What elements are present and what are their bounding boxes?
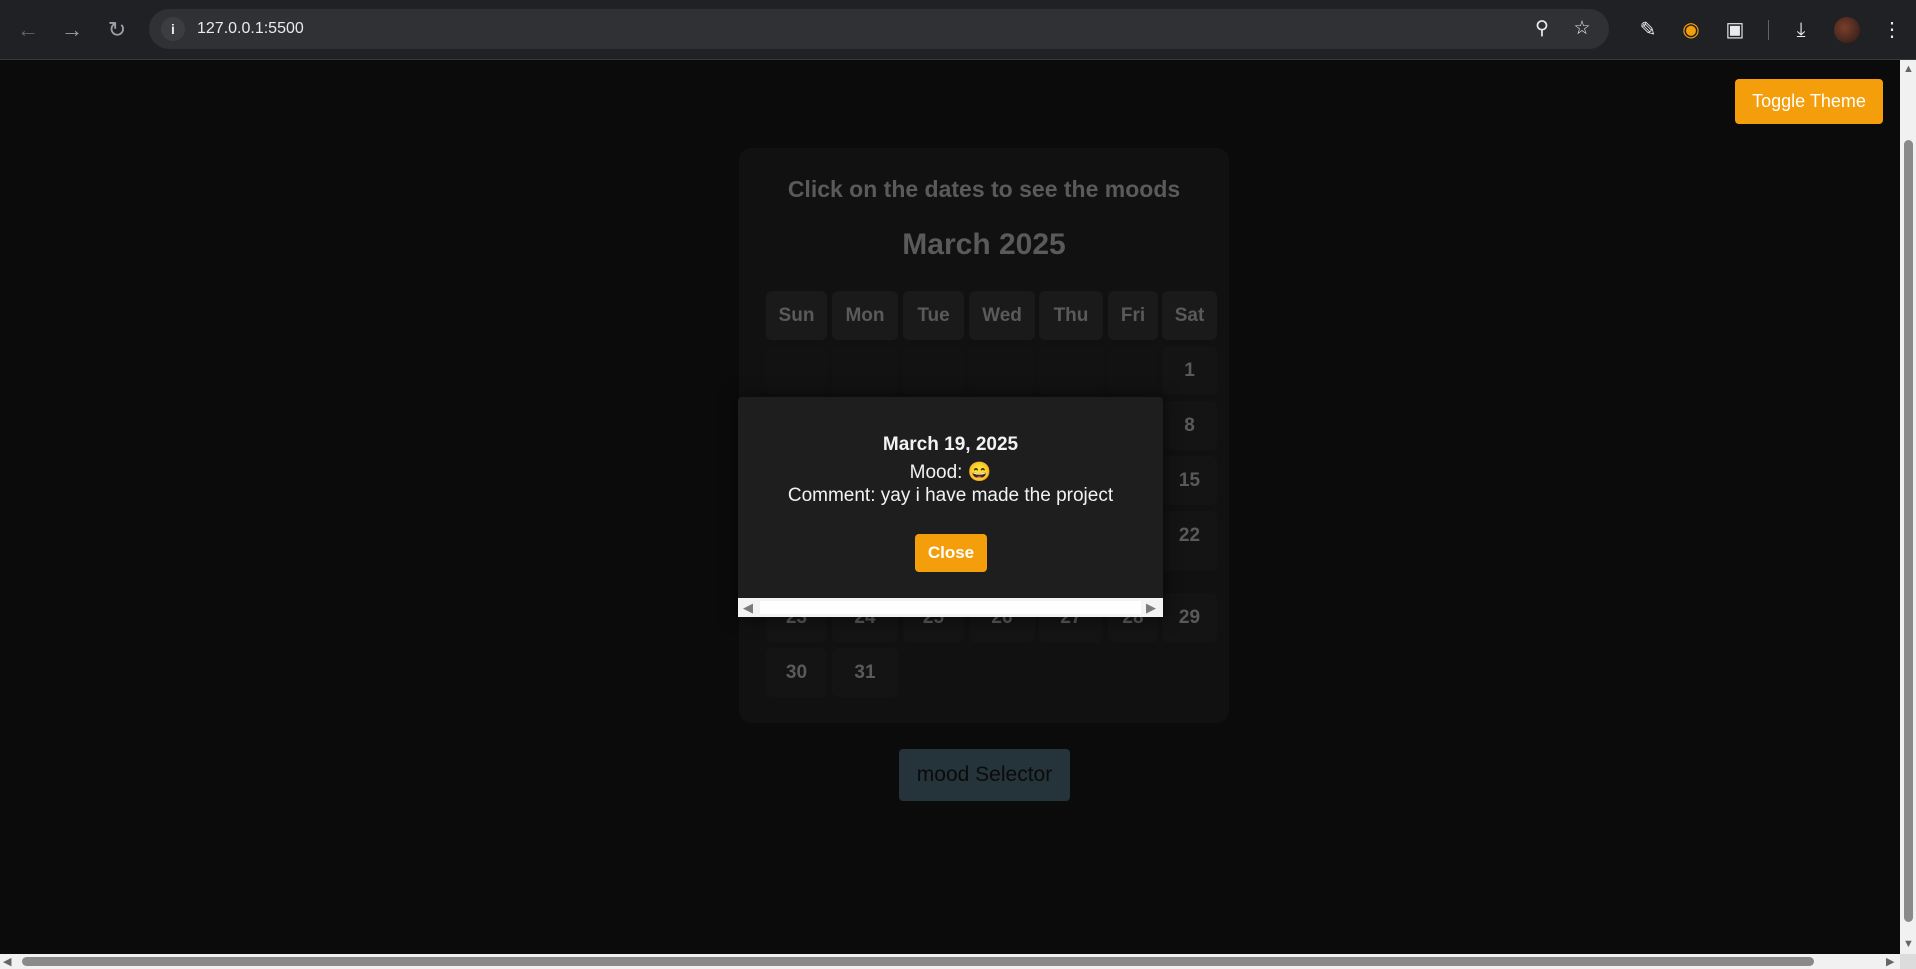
weekday-sat: Sat [1162,291,1217,340]
scrollbar-corner [1900,954,1916,969]
popup-horizontal-scrollbar[interactable]: ◀ ▶ [738,598,1163,617]
page-horizontal-scrollbar[interactable]: ◀ ▶ [0,954,1900,969]
scroll-down-icon[interactable]: ▼ [1903,938,1914,950]
weekday-thu: Thu [1039,291,1103,340]
weekday-fri: Fri [1108,291,1158,340]
scroll-right-icon[interactable]: ▶ [1886,956,1894,968]
zoom-icon[interactable]: ⚲ [1530,17,1554,41]
toggle-theme-button[interactable]: Toggle Theme [1735,79,1883,124]
popup-mood: Mood: 😄 [909,462,992,483]
weekday-mon: Mon [832,291,898,340]
puzzle-icon[interactable]: ▣ [1721,16,1749,44]
popup-comment: Comment: yay i have made the project [787,485,1114,506]
close-button[interactable]: Close [915,534,987,572]
address-bar[interactable]: i 127.0.0.1:5500 ⚲ ☆ [149,9,1609,49]
calendar-day[interactable]: 22 [1162,511,1217,571]
forward-arrow-icon[interactable]: → [58,16,86,44]
browser-toolbar: ← → ↻ i 127.0.0.1:5500 ⚲ ☆ ✎ ◉ ▣ ⤓ ⋮ [0,0,1916,60]
page-vertical-scrollbar[interactable]: ▲ ▼ [1900,60,1916,954]
weekday-wed: Wed [969,291,1035,340]
calendar-day-empty [1039,346,1103,395]
weekday-sun: Sun [766,291,827,340]
calendar-day-empty [969,346,1035,395]
calendar-day[interactable]: 30 [766,648,827,697]
mood-selector-button[interactable]: mood Selector [899,749,1070,801]
reload-icon[interactable]: ↻ [103,16,131,44]
popup-scroll-thumb[interactable] [760,601,1141,614]
calendar-day[interactable]: 31 [832,648,898,697]
scroll-up-icon[interactable]: ▲ [1903,63,1914,75]
bug-extension-icon[interactable]: ◉ [1677,16,1705,44]
url-text[interactable]: 127.0.0.1:5500 [197,20,304,38]
avatar[interactable] [1834,17,1860,43]
scroll-left-icon[interactable]: ◀ [3,956,11,968]
calendar-day-empty [766,346,827,395]
calendar-day-empty [903,346,964,395]
calendar-month-title: March 2025 [902,228,1066,261]
vertical-scroll-thumb[interactable] [1904,140,1913,922]
scroll-right-icon[interactable]: ▶ [1146,600,1156,615]
horizontal-scroll-thumb[interactable] [22,957,1814,966]
weekday-tue: Tue [903,291,964,340]
popup-date: March 19, 2025 [882,434,1019,455]
pen-extension-icon[interactable]: ✎ [1634,16,1662,44]
calendar-day[interactable]: 8 [1162,401,1217,450]
calendar-day[interactable]: 29 [1162,593,1217,642]
kebab-menu-icon[interactable]: ⋮ [1878,16,1906,44]
info-icon[interactable]: i [161,17,185,41]
scroll-left-icon[interactable]: ◀ [743,600,753,615]
calendar-day[interactable]: 1 [1162,346,1217,395]
calendar-day-empty [832,346,898,395]
mood-popup: March 19, 2025 Mood: 😄 Comment: yay i ha… [738,397,1163,617]
calendar-day-empty [1108,346,1158,395]
star-icon[interactable]: ☆ [1570,17,1594,41]
download-icon[interactable]: ⤓ [1787,16,1815,44]
back-arrow-icon[interactable]: ← [14,16,42,44]
calendar-day[interactable]: 15 [1162,456,1217,505]
toolbar-divider [1768,20,1769,40]
calendar-instructions: Click on the dates to see the moods [787,176,1181,202]
